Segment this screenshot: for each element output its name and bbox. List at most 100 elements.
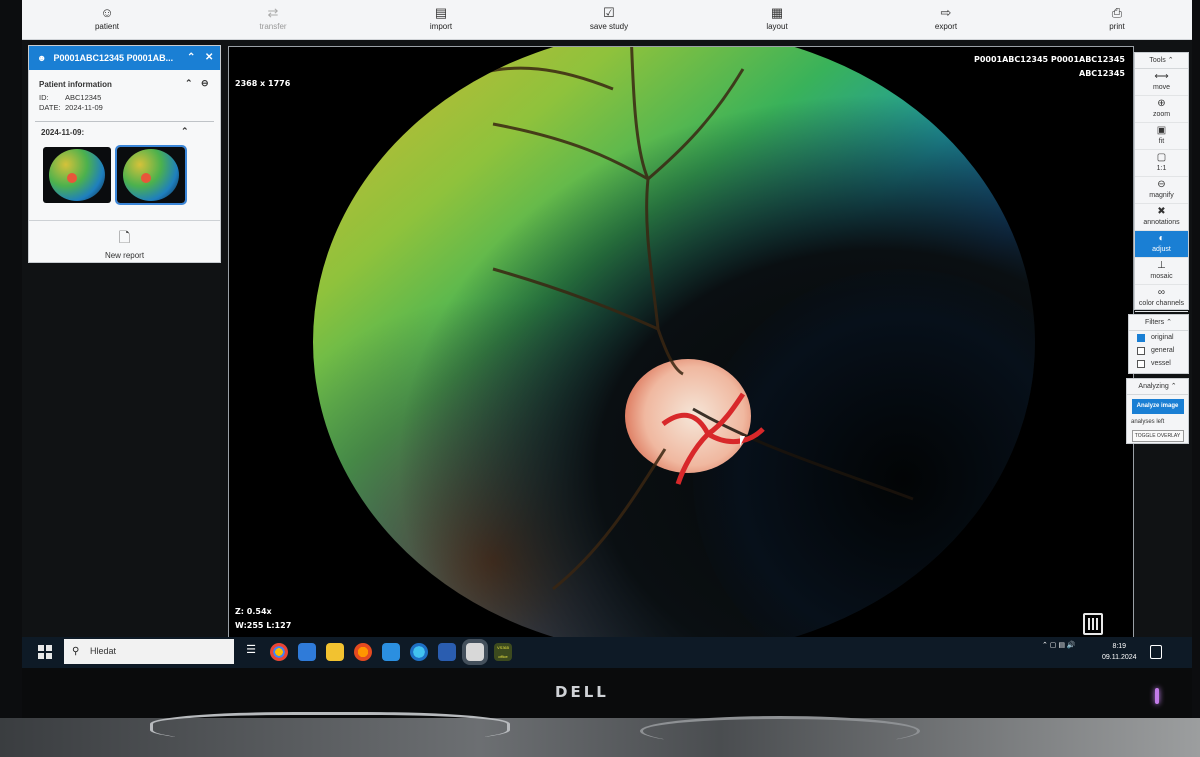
study-date-header[interactable]: 2024-11-09: ⌃ [29,126,220,137]
print-icon: ⎙ [1111,5,1123,20]
patient-header[interactable]: ☻ P0001ABC12345 P0001AB... ⌃ ✕ [29,46,220,70]
fundus-thumbnail[interactable] [43,147,111,203]
fit-icon: ▣ [1156,125,1167,136]
chevron-up-icon: ⌃ [1166,319,1172,326]
filter-general-label: general [1151,347,1175,354]
tools-panel-title-text: Tools [1149,57,1166,64]
export-button[interactable]: ⇨ export [911,4,981,36]
tool-adjust-label: adjust [1152,246,1171,253]
tool-annotations[interactable]: ✖ annotations [1135,204,1188,231]
transfer-button[interactable]: ⇄ transfer [238,4,308,36]
tool-move[interactable]: ⟷ move [1135,69,1188,96]
close-icon[interactable]: ✕ [205,46,213,70]
zoom-icon: ⊕ [1157,98,1166,109]
taskbar-search-placeholder: Hledat [90,646,117,656]
fundus-image [313,47,1035,641]
new-report-icon: 🗋 [118,229,131,245]
patient-info: Patient information ⌃ ⊖ ID: ABC12345 DAT… [29,70,220,113]
windows-start-icon[interactable] [36,642,56,662]
patient-button-label: patient [94,22,120,31]
filters-panel: Filters ⌃ original general vessel [1128,314,1189,374]
save-study-icon: ☑ [603,5,615,20]
image-viewer[interactable]: 2368 x 1776 P0001ABC12345 P0001ABC12345 … [228,46,1134,642]
layout-button-label: layout [766,22,788,31]
study-date-label: 2024-11-09: [41,128,85,137]
task-view-icon[interactable]: ☰ [242,643,260,661]
patient-panel: ☻ P0001ABC12345 P0001AB... ⌃ ✕ Patient i… [28,45,221,263]
system-tray-icons[interactable]: ⌃ ▢ ▤ 🔊 [1042,641,1076,649]
patient-id-row: ID: ABC12345 [39,93,210,103]
import-icon: ▤ [434,5,448,20]
outlook-icon[interactable] [382,643,400,661]
tool-color-channels[interactable]: ∞ color channels [1135,285,1188,312]
tools-panel-title[interactable]: Tools ⌃ [1135,53,1188,69]
divider [35,121,214,122]
tool-adjust[interactable]: ◐ adjust [1135,231,1188,258]
chevron-up-icon: ⌃ [1170,383,1177,390]
tool-color-channels-label: color channels [1138,300,1185,307]
image-dimensions: 2368 x 1776 [235,79,291,88]
retinal-vessels [462,47,914,591]
save-study-button[interactable]: ☑ save study [574,4,644,36]
toggle-overlay-button[interactable]: TOGGLE OVERLAY [1131,430,1184,442]
tool-mosaic[interactable]: ⊥ mosaic [1135,258,1188,285]
collapse-icon[interactable]: ⌃ [187,46,195,70]
patient-date-row: DATE: 2024-11-09 [39,103,210,113]
print-button[interactable]: ⎙ print [1082,4,1152,36]
chrome-icon[interactable] [270,643,288,661]
checkbox[interactable] [1137,346,1145,355]
fundus-thumbnail-selected[interactable] [115,145,187,205]
color-channels-icon: ∞ [1157,287,1166,298]
tool-fit[interactable]: ▣ fit [1135,123,1188,150]
chevron-up-icon[interactable]: ⌃ [185,78,193,89]
vs365-office-icon[interactable]: VS365 office [494,643,512,661]
filters-panel-title[interactable]: Filters ⌃ [1129,315,1188,331]
chevron-up-icon: ⌃ [1167,57,1174,64]
tool-actual-size-label: 1:1 [1156,165,1167,172]
fundus-thumbnail-image [123,149,179,201]
firefox-icon[interactable] [354,643,372,661]
more-options-icon[interactable]: ⊖ [201,78,209,89]
taskbar-search-box[interactable]: ⚲ Hledat [64,639,234,664]
tool-magnify[interactable]: ⊖ magnify [1135,177,1188,204]
tool-zoom-label: zoom [1152,111,1171,118]
mouse-cursor [740,436,745,446]
optic-disc-thumb [67,173,77,183]
active-app-icon[interactable] [466,643,484,661]
new-report-button[interactable]: 🗋 New report [29,220,220,262]
move-icon: ⟷ [1154,71,1169,82]
patient-overlay-id: ABC12345 [1079,69,1125,78]
tools-panel: Tools ⌃ ⟷ move ⊕ zoom ▣ fit ▢ 1:1 ⊖ magnify ✖… [1134,52,1189,312]
filter-original[interactable]: original [1129,331,1188,344]
adjust-icon: ◐ [1158,233,1165,244]
save-app-icon[interactable] [438,643,456,661]
notification-icon[interactable] [1150,645,1162,659]
new-report-label: New report [104,251,145,260]
analyzing-panel-title[interactable]: Analyzing ⌃ [1127,379,1188,395]
patient-button[interactable]: ☺ patient [72,4,142,36]
clock-time: 8:19 [1112,643,1127,650]
photo-scene: ☺ patient ⇄ transfer ▤ import ☑ save stu… [0,0,1200,757]
window-level-readout: W:255 L:127 [235,621,292,630]
checkbox[interactable] [1137,359,1145,368]
chevron-up-icon[interactable]: ⌃ [181,126,189,137]
edge-legacy-icon[interactable] [298,643,316,661]
import-button[interactable]: ▤ import [406,4,476,36]
layout-button[interactable]: ▦ layout [742,4,812,36]
save-study-button-label: save study [589,22,629,31]
filter-original-label: original [1151,334,1174,341]
filter-general[interactable]: general [1129,344,1188,357]
export-button-label: export [934,22,958,31]
analyze-image-button[interactable]: Analyze image [1131,399,1184,414]
zoom-readout: Z: 0.54x [235,607,272,616]
tool-magnify-label: magnify [1149,192,1174,199]
tool-actual-size[interactable]: ▢ 1:1 [1135,150,1188,177]
checkbox[interactable] [1137,333,1145,342]
file-explorer-icon[interactable] [326,643,344,661]
edge-icon[interactable] [410,643,428,661]
trash-icon[interactable] [1083,613,1103,635]
tool-zoom[interactable]: ⊕ zoom [1135,96,1188,123]
taskbar-clock[interactable]: 8:19 09.11.2024 [1102,641,1137,663]
filter-vessel-label: vessel [1151,360,1171,367]
filter-vessel[interactable]: vessel [1129,357,1188,370]
